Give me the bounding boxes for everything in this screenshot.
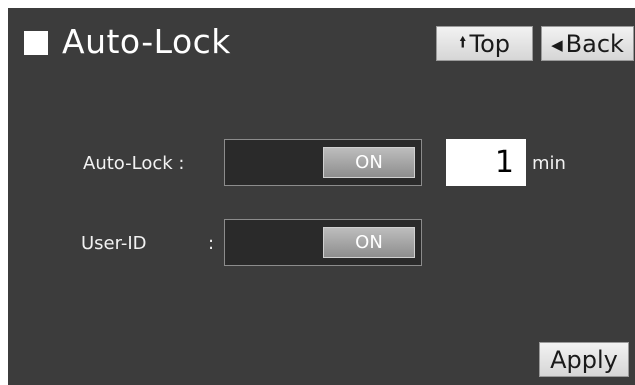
auto-lock-toggle-knob: ON [323, 147, 415, 178]
user-id-toggle-knob: ON [323, 227, 415, 258]
page-title-text: Auto-Lock [62, 22, 231, 61]
triangle-left-icon: ◀ [551, 35, 563, 54]
minutes-unit-label: min [532, 153, 566, 174]
auto-lock-toggle[interactable]: ON [224, 139, 422, 186]
arrow-up-icon: 🠙 [458, 33, 467, 51]
screen: Auto-Lock 🠙 Top ◀ Back Auto-Lock : ON 1 … [8, 8, 635, 385]
back-button-label: Back [565, 29, 624, 58]
apply-button[interactable]: Apply [539, 342, 629, 377]
auto-lock-label: Auto-Lock : [83, 153, 185, 174]
user-id-colon: : [208, 233, 215, 254]
auto-lock-minutes-field[interactable]: 1 [446, 139, 526, 186]
square-icon [24, 31, 48, 55]
top-button[interactable]: 🠙 Top [436, 26, 533, 61]
back-button[interactable]: ◀ Back [541, 26, 634, 61]
top-button-label: Top [469, 29, 511, 58]
page-title: Auto-Lock [24, 22, 231, 62]
user-id-toggle[interactable]: ON [224, 219, 422, 266]
user-id-label: User-ID [81, 233, 147, 254]
